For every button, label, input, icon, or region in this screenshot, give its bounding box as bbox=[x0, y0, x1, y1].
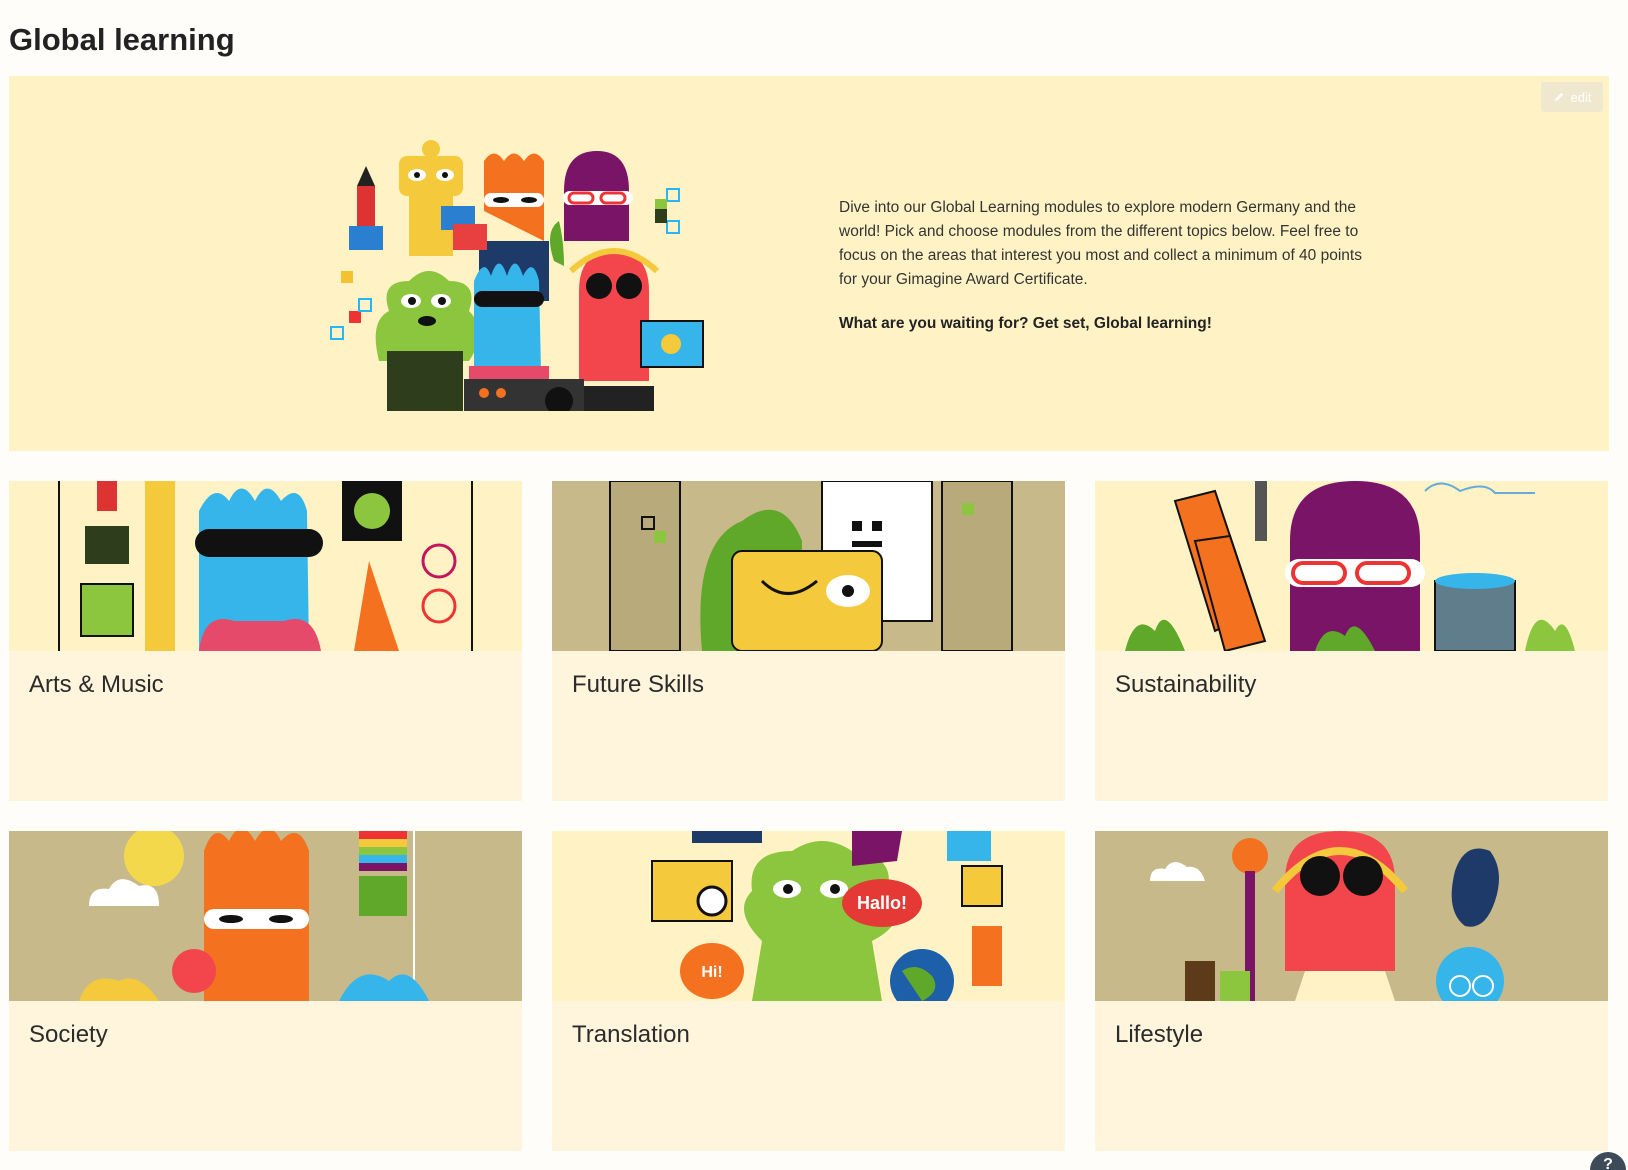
topic-card-future-skills[interactable]: Future Skills bbox=[552, 481, 1065, 801]
page-title: Global learning bbox=[9, 22, 235, 57]
topic-label: Translation bbox=[572, 1021, 690, 1048]
topic-card-sustainability[interactable]: Sustainability bbox=[1095, 481, 1608, 801]
future-skills-illustration bbox=[552, 481, 1065, 651]
topic-label: Arts & Music bbox=[29, 671, 164, 698]
topic-grid: Arts & Music Future Skills Sustainabilit… bbox=[9, 481, 1608, 1151]
hero-text: Dive into our Global Learning modules to… bbox=[839, 196, 1369, 336]
topic-card-society[interactable]: Society bbox=[9, 831, 522, 1151]
arts-music-illustration bbox=[9, 481, 522, 651]
lifestyle-illustration bbox=[1095, 831, 1608, 1001]
help-label: ? bbox=[1603, 1156, 1613, 1170]
topic-label: Sustainability bbox=[1115, 671, 1257, 698]
svg-text:Hi!: Hi! bbox=[701, 964, 722, 981]
society-illustration bbox=[9, 831, 522, 1001]
topic-label: Society bbox=[29, 1021, 108, 1048]
help-button[interactable]: ? bbox=[1590, 1152, 1626, 1170]
topic-label: Future Skills bbox=[572, 671, 705, 698]
edit-label: edit bbox=[1570, 89, 1592, 105]
sustainability-illustration bbox=[1095, 481, 1608, 651]
topic-card-translation[interactable]: Hallo! Hi! Translation bbox=[552, 831, 1065, 1151]
topic-card-lifestyle[interactable]: Lifestyle bbox=[1095, 831, 1608, 1151]
hero-banner: edit Dive into our Global Learning modul… bbox=[9, 76, 1609, 451]
pencil-icon bbox=[1554, 92, 1563, 101]
edit-button[interactable]: edit bbox=[1541, 82, 1603, 112]
hero-illustration bbox=[279, 131, 779, 411]
svg-text:Hallo!: Hallo! bbox=[857, 893, 907, 913]
topic-label: Lifestyle bbox=[1115, 1021, 1204, 1048]
hero-description: Dive into our Global Learning modules to… bbox=[839, 199, 1362, 288]
topic-card-arts-music[interactable]: Arts & Music bbox=[9, 481, 522, 801]
translation-illustration: Hallo! Hi! bbox=[552, 831, 1065, 1001]
hero-cta: What are you waiting for? Get set, Globa… bbox=[839, 315, 1212, 332]
